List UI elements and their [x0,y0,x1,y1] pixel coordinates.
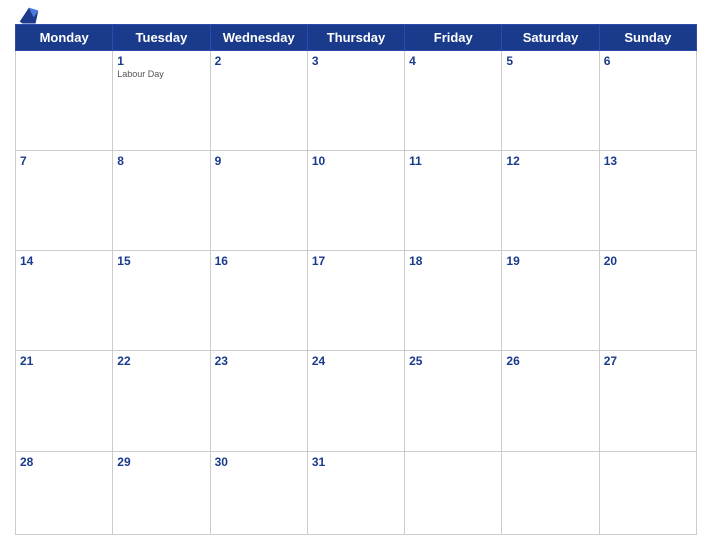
calendar-day-cell: 12 [502,151,599,251]
calendar-day-cell: 18 [405,251,502,351]
day-number: 29 [117,455,205,469]
day-number: 24 [312,354,400,368]
calendar-header [15,10,697,24]
calendar-day-cell: 7 [16,151,113,251]
weekday-header-tuesday: Tuesday [113,25,210,51]
logo [15,3,46,31]
day-number: 16 [215,254,303,268]
day-number: 23 [215,354,303,368]
calendar-week-row: 789 10 11 12 13 [16,151,697,251]
calendar-day-cell: 22 [113,351,210,451]
day-number: 14 [20,254,108,268]
day-number: 2 [215,54,303,68]
calendar-day-cell [502,451,599,535]
calendar-day-cell: 16 [210,251,307,351]
calendar-day-cell: 15 [113,251,210,351]
day-number: 22 [117,354,205,368]
weekday-header-friday: Friday [405,25,502,51]
calendar-table: MondayTuesdayWednesdayThursdayFridaySatu… [15,24,697,535]
calendar-day-cell: 24 [307,351,404,451]
calendar-day-cell: 19 [502,251,599,351]
day-number: 19 [506,254,594,268]
day-number: 3 [312,54,400,68]
day-number: 10 [312,154,400,168]
calendar-day-cell: 17 [307,251,404,351]
calendar-day-cell: 2 [210,51,307,151]
calendar-week-row: 28 29 30 31 [16,451,697,535]
day-number: 25 [409,354,497,368]
day-number: 31 [312,455,400,469]
weekday-header-wednesday: Wednesday [210,25,307,51]
calendar-day-cell: 28 [16,451,113,535]
day-number: 27 [604,354,692,368]
day-number: 7 [20,154,108,168]
weekday-header-sunday: Sunday [599,25,696,51]
calendar-day-cell [405,451,502,535]
day-number: 11 [409,154,497,168]
weekday-header-row: MondayTuesdayWednesdayThursdayFridaySatu… [16,25,697,51]
day-number: 4 [409,54,497,68]
calendar-day-cell: 13 [599,151,696,251]
day-number: 1 [117,54,205,68]
calendar-day-cell [16,51,113,151]
day-number: 12 [506,154,594,168]
calendar-day-cell: 10 [307,151,404,251]
calendar-week-row: 1Labour Day 23456 [16,51,697,151]
calendar-day-cell: 1Labour Day [113,51,210,151]
day-number: 13 [604,154,692,168]
day-number: 30 [215,455,303,469]
calendar-day-cell: 14 [16,251,113,351]
calendar-day-cell: 26 [502,351,599,451]
calendar-day-cell: 30 [210,451,307,535]
day-number: 5 [506,54,594,68]
calendar-day-cell: 21 [16,351,113,451]
day-number: 8 [117,154,205,168]
calendar-day-cell [599,451,696,535]
weekday-header-thursday: Thursday [307,25,404,51]
calendar-day-cell: 25 [405,351,502,451]
day-number: 20 [604,254,692,268]
calendar-day-cell: 5 [502,51,599,151]
day-number: 9 [215,154,303,168]
calendar-day-cell: 3 [307,51,404,151]
calendar-day-cell: 31 [307,451,404,535]
calendar-day-cell: 29 [113,451,210,535]
calendar-day-cell: 6 [599,51,696,151]
calendar-day-cell: 20 [599,251,696,351]
calendar-week-row: 21 22 23 24 25 26 27 [16,351,697,451]
holiday-label: Labour Day [117,69,205,79]
day-number: 26 [506,354,594,368]
weekday-header-saturday: Saturday [502,25,599,51]
day-number: 6 [604,54,692,68]
calendar-day-cell: 27 [599,351,696,451]
calendar-day-cell: 9 [210,151,307,251]
day-number: 18 [409,254,497,268]
calendar-day-cell: 8 [113,151,210,251]
day-number: 15 [117,254,205,268]
day-number: 21 [20,354,108,368]
day-number: 28 [20,455,108,469]
day-number: 17 [312,254,400,268]
calendar-week-row: 14 15 16 17 18 19 20 [16,251,697,351]
calendar-day-cell: 4 [405,51,502,151]
calendar-day-cell: 23 [210,351,307,451]
calendar-day-cell: 11 [405,151,502,251]
